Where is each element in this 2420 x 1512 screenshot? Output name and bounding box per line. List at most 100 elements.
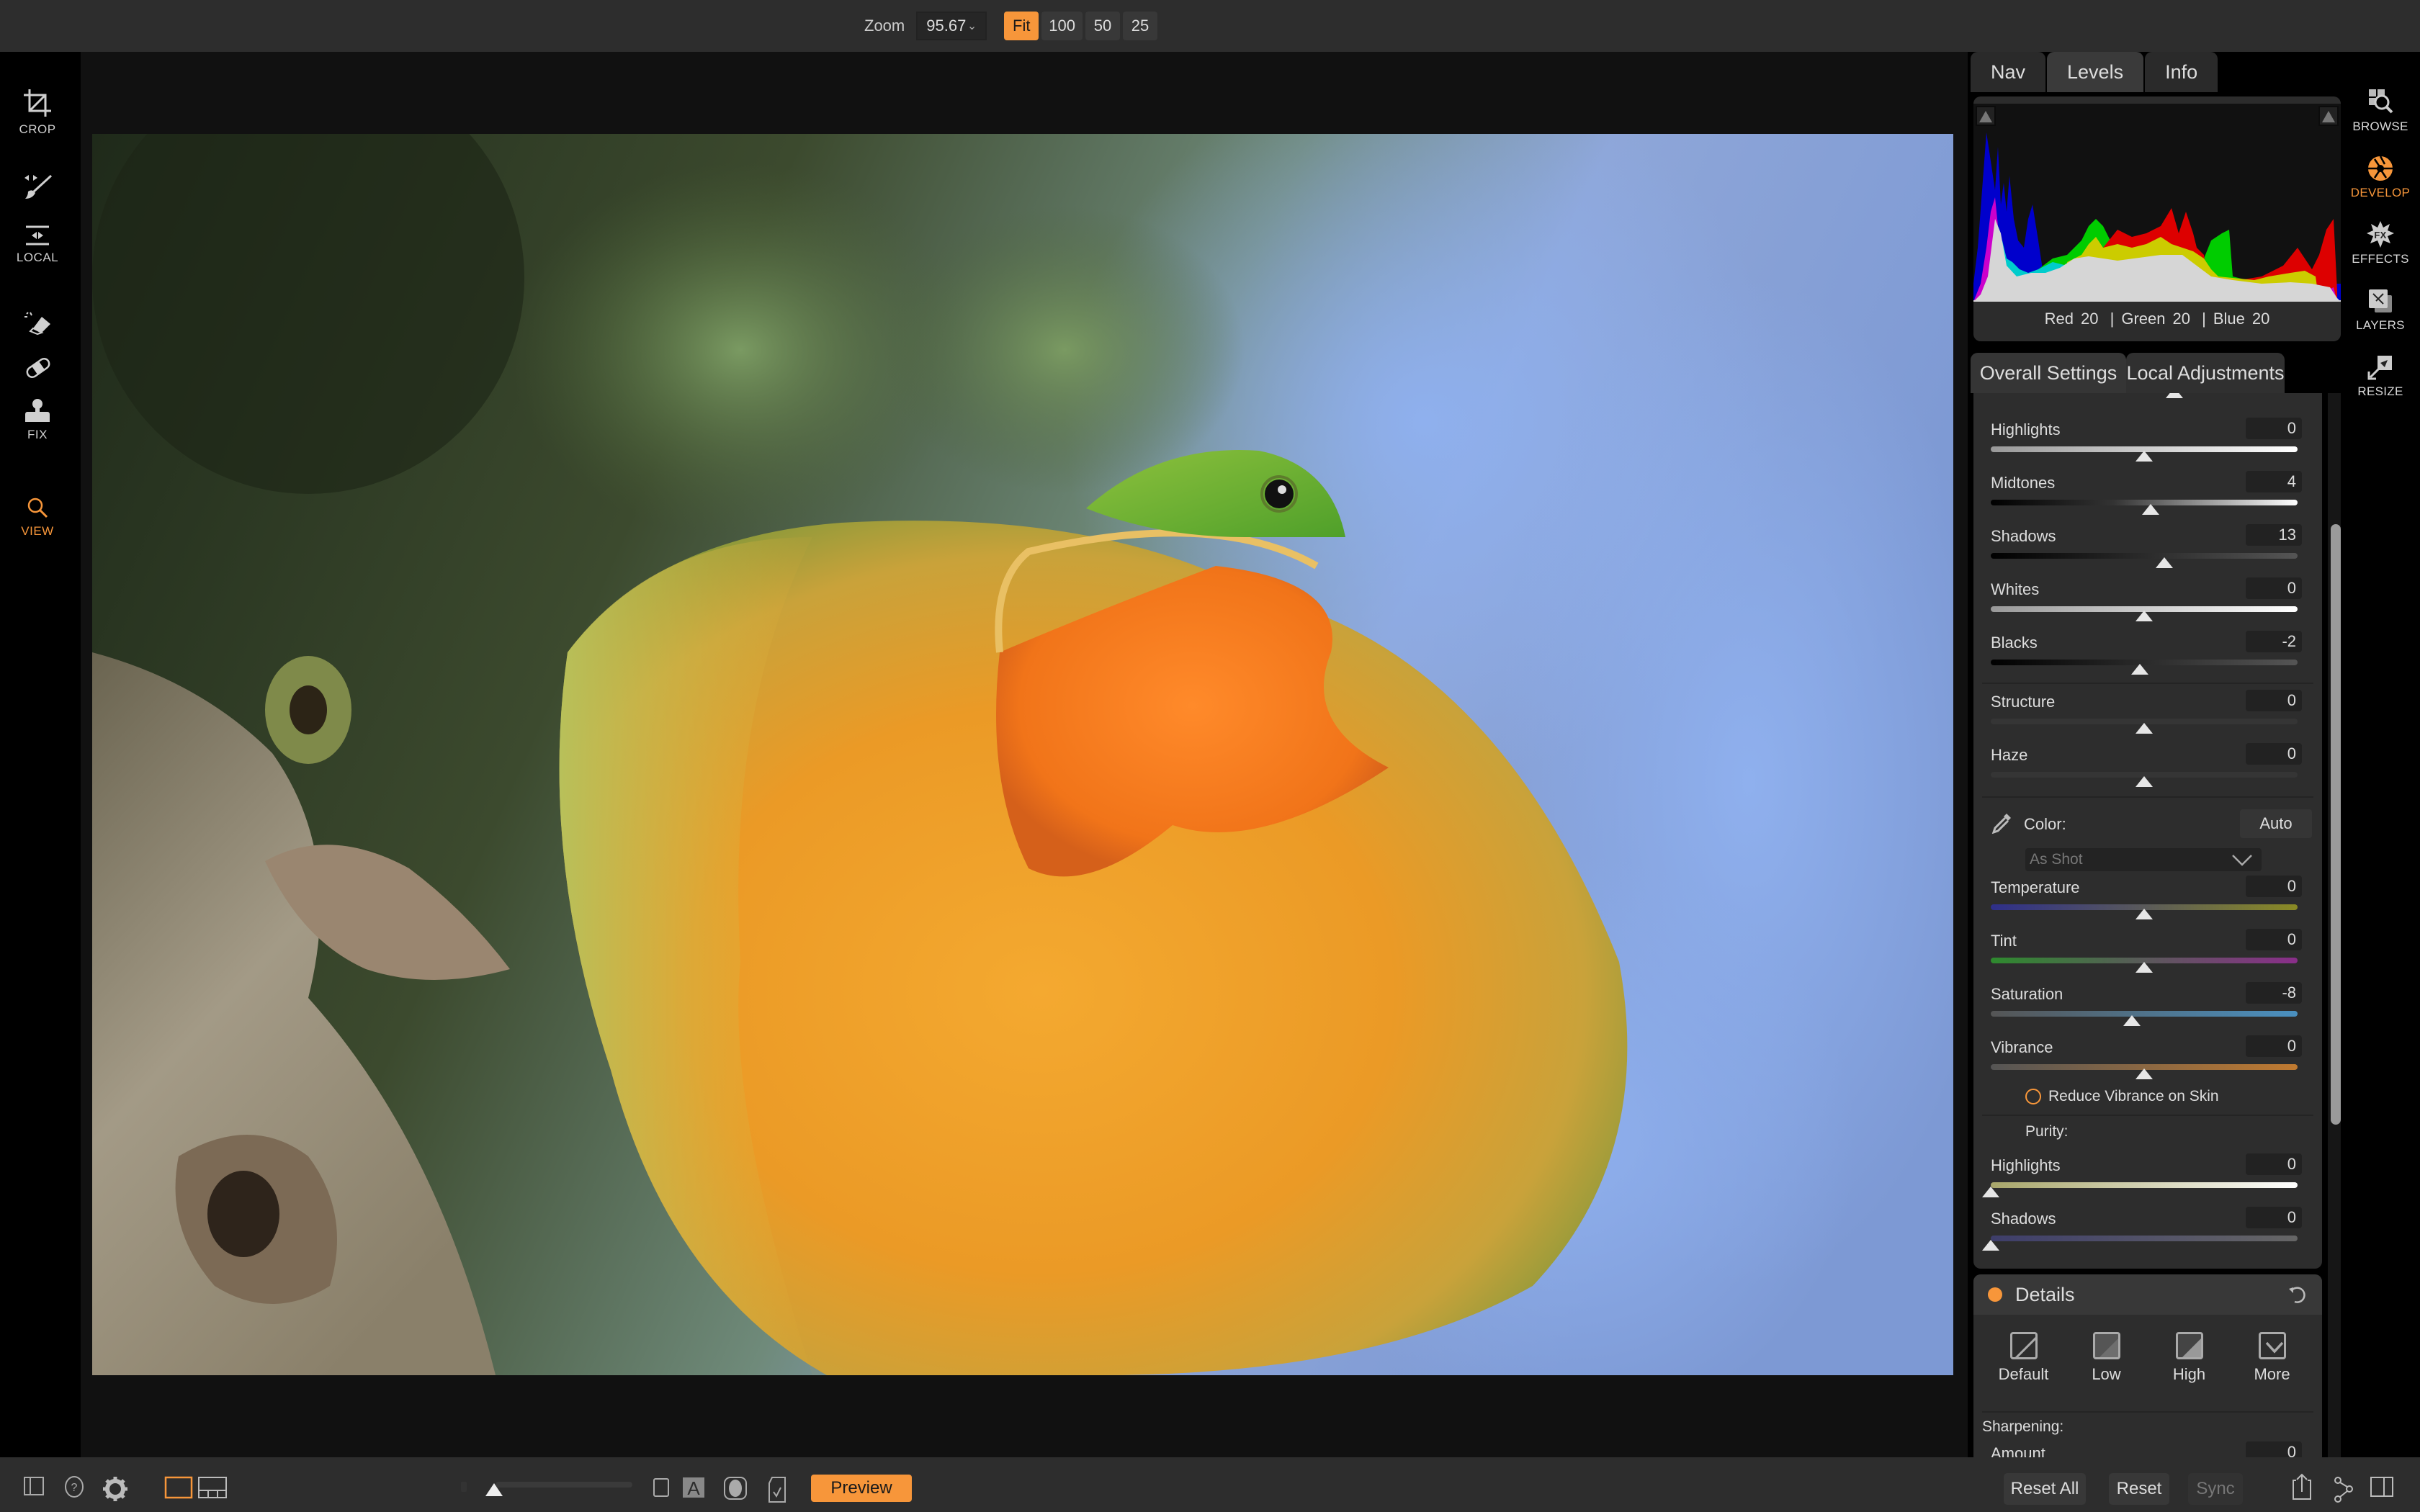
slider-value-field[interactable]: 4 [2246, 471, 2302, 492]
slider-value-field[interactable]: 0 [2246, 577, 2302, 599]
slider-thumb[interactable] [2136, 776, 2153, 787]
slider-thumb[interactable] [1982, 1240, 1999, 1251]
slider-value-field[interactable]: 0 [2246, 1035, 2302, 1057]
slider-value-field[interactable]: 0 [2246, 876, 2302, 897]
module-develop-label: DEVELOP [2350, 186, 2411, 199]
tool-view-label: VIEW [21, 524, 54, 538]
slider-value-field[interactable]: 13 [2246, 524, 2302, 546]
preview-button[interactable]: Preview [811, 1475, 912, 1502]
reset-all-button[interactable]: Reset All [2004, 1473, 2086, 1505]
slider-value-field[interactable]: 0 [2246, 1207, 2302, 1228]
slider-thumb[interactable] [2141, 504, 2159, 515]
undo-icon[interactable] [2287, 1284, 2308, 1305]
preset-more[interactable]: More [2236, 1332, 2308, 1384]
module-layers[interactable]: LAYERS [2341, 287, 2420, 333]
eyedropper-icon[interactable] [1991, 812, 2012, 834]
slider-value-field[interactable]: 0 [2246, 1153, 2302, 1175]
circle-mask-icon[interactable] [723, 1476, 748, 1500]
tool-heal[interactable] [0, 354, 75, 380]
preset-default[interactable]: Default [1988, 1332, 2060, 1384]
chevron-down-icon [2232, 855, 2252, 866]
zoom-controls: Zoom 95.67 ⌄ Fit 100 50 25 [864, 12, 1157, 40]
preset-high[interactable]: High [2154, 1332, 2226, 1384]
tool-local-brush[interactable] [0, 174, 75, 200]
tab-local-adjustments[interactable]: Local Adjustments [2126, 353, 2285, 393]
tab-nav[interactable]: Nav [1971, 52, 2046, 92]
slider-value-field[interactable]: 0 [2246, 743, 2302, 765]
slider-thumb[interactable] [1982, 1187, 1999, 1197]
slider-value-field[interactable]: 0 [2246, 1441, 2302, 1457]
zoom-100-button[interactable]: 100 [1041, 12, 1083, 40]
preset-low[interactable]: Low [2071, 1332, 2143, 1384]
photo-preview[interactable] [92, 134, 1953, 1375]
mask-overlay-icon[interactable] [653, 1476, 671, 1499]
slider-track[interactable] [1991, 1011, 2298, 1017]
slider-value-field[interactable]: 0 [2246, 418, 2302, 439]
histogram-graph [1973, 106, 2341, 302]
settings-gear-icon[interactable] [102, 1476, 128, 1502]
white-balance-dropdown[interactable]: As Shot [2025, 848, 2262, 871]
slider-thumb[interactable] [2136, 723, 2153, 734]
panel-scrollbar-thumb[interactable] [2331, 524, 2341, 1125]
tab-overall-settings[interactable]: Overall Settings [1971, 353, 2126, 393]
tool-crop[interactable]: CROP [0, 88, 75, 137]
slider-track[interactable] [1991, 1182, 2298, 1188]
slider-thumb[interactable] [2166, 393, 2183, 398]
module-effects[interactable]: FX EFFECTS [2341, 220, 2420, 266]
slider-value-field[interactable]: -2 [2246, 631, 2302, 652]
document-check-icon[interactable] [766, 1476, 788, 1503]
slider-value-field[interactable]: 0 [2246, 690, 2302, 711]
slider-thumb[interactable] [2123, 1015, 2141, 1026]
slider-thumb[interactable] [2136, 451, 2153, 462]
slider-thumb[interactable] [2155, 557, 2173, 568]
tool-fix-label: FIX [27, 428, 48, 441]
slider-thumb[interactable] [2136, 962, 2153, 973]
photo-gecko-papaya [92, 134, 1953, 1375]
slider-thumb[interactable] [2136, 909, 2153, 919]
slider-temperature: Temperature 0 [1991, 876, 2302, 932]
workflow-nodes-icon[interactable] [2334, 1476, 2354, 1503]
panel-toggle-right-icon[interactable] [2370, 1476, 2394, 1498]
text-annotation-icon[interactable]: A [681, 1476, 706, 1499]
panel-toggle-left-icon[interactable] [23, 1476, 45, 1496]
slider-whites: Whites 0 [1991, 577, 2302, 634]
tool-clone-stamp[interactable]: FIX [0, 397, 75, 442]
slider-label: Vibrance [1991, 1038, 2053, 1056]
slider-track[interactable] [1991, 1236, 2298, 1241]
reduce-vibrance-skin-checkbox[interactable]: Reduce Vibrance on Skin [2025, 1086, 2219, 1107]
single-view-icon[interactable] [164, 1476, 193, 1499]
slider-label: Tint [1991, 932, 2017, 950]
filmstrip-view-icon[interactable] [197, 1476, 228, 1499]
slider-track[interactable] [1991, 553, 2298, 559]
module-browse[interactable]: BROWSE [2341, 88, 2420, 134]
zoom-50-button[interactable]: 50 [1085, 12, 1120, 40]
tab-levels[interactable]: Levels [2047, 52, 2144, 92]
color-auto-button[interactable]: Auto [2240, 809, 2312, 838]
tool-view[interactable]: VIEW [0, 495, 75, 539]
zoom-25-button[interactable]: 25 [1122, 12, 1157, 40]
module-resize[interactable]: RESIZE [2341, 353, 2420, 399]
slider-value-field[interactable]: 0 [2246, 929, 2302, 950]
slider-value-field[interactable]: -8 [2246, 982, 2302, 1004]
bottom-slider-thumb[interactable] [485, 1483, 503, 1496]
zoom-level-dropdown[interactable]: 95.67 ⌄ [916, 12, 987, 40]
slider-thumb[interactable] [2136, 1068, 2153, 1079]
crop-icon [24, 89, 51, 117]
help-icon[interactable]: ? [63, 1476, 85, 1498]
tool-eraser[interactable] [0, 311, 75, 336]
preset-more-label: More [2254, 1365, 2290, 1383]
slider-thumb[interactable] [2136, 611, 2153, 621]
tab-info[interactable]: Info [2145, 52, 2218, 92]
module-develop[interactable]: DEVELOP [2341, 154, 2420, 200]
sync-button[interactable]: Sync [2188, 1473, 2243, 1505]
white-balance-value: As Shot [2030, 851, 2083, 868]
details-header[interactable]: Details [1973, 1274, 2322, 1315]
export-share-icon[interactable] [2290, 1472, 2313, 1500]
slider-thumb[interactable] [2131, 664, 2149, 675]
section-enabled-dot[interactable] [1988, 1287, 2002, 1302]
tool-local-gradient[interactable]: LOCAL [0, 225, 75, 265]
zoom-fit-button[interactable]: Fit [1004, 12, 1039, 40]
reset-button[interactable]: Reset [2109, 1473, 2169, 1505]
info-tabs: Nav Levels Info [1971, 52, 2219, 92]
bottom-slider-track[interactable] [496, 1482, 632, 1488]
